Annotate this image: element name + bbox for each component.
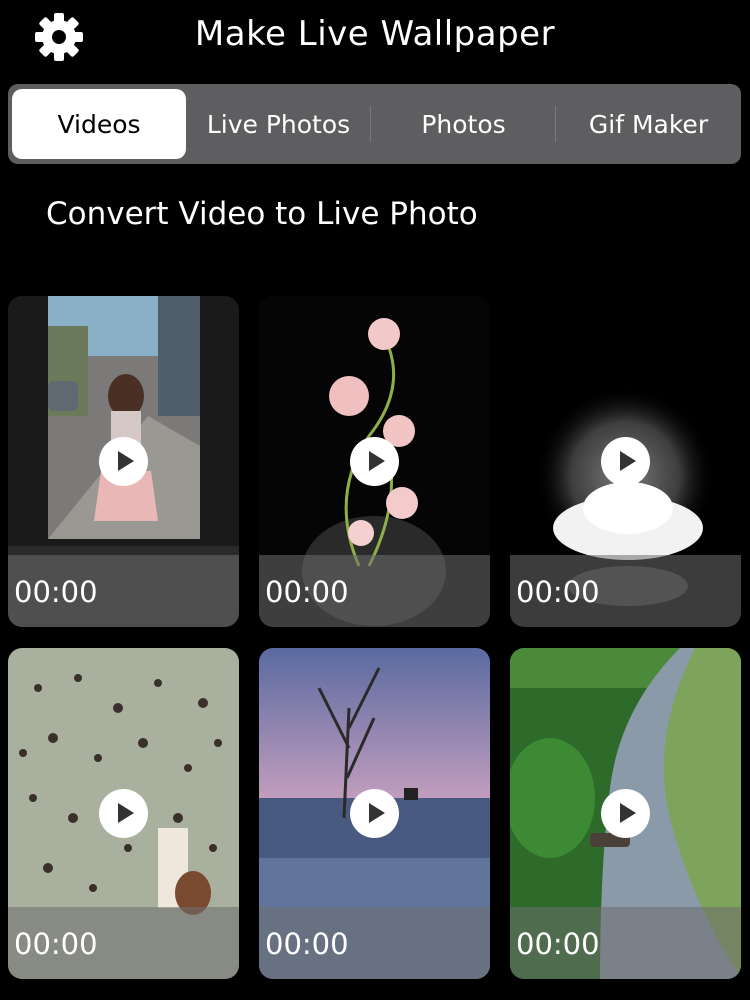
header: Make Live Wallpaper	[0, 0, 750, 80]
play-button[interactable]	[601, 437, 650, 486]
tab-label: Photos	[421, 109, 506, 139]
tab-label: Gif Maker	[588, 109, 709, 139]
section-subtitle: Convert Video to Live Photo	[46, 196, 478, 232]
video-card[interactable]: 00:00	[8, 296, 239, 627]
video-duration: 00:00	[14, 575, 98, 609]
play-button[interactable]	[350, 437, 399, 486]
video-card[interactable]: 00:00	[259, 648, 490, 979]
tab-photos[interactable]: Photos	[371, 84, 556, 164]
play-button[interactable]	[99, 789, 148, 838]
tab-videos[interactable]: Videos	[12, 89, 186, 159]
video-duration: 00:00	[516, 575, 600, 609]
play-button[interactable]	[601, 789, 650, 838]
video-card[interactable]: 00:00	[510, 296, 741, 627]
tab-live-photos[interactable]: Live Photos	[186, 84, 371, 164]
play-button[interactable]	[350, 789, 399, 838]
tab-bar: Videos Live Photos Photos Gif Maker	[8, 84, 741, 164]
page-title: Make Live Wallpaper	[194, 14, 556, 54]
video-duration: 00:00	[265, 927, 349, 961]
play-button[interactable]	[99, 437, 148, 486]
video-duration: 00:00	[516, 927, 600, 961]
video-duration: 00:00	[265, 575, 349, 609]
video-duration: 00:00	[14, 927, 98, 961]
video-card[interactable]: 00:00	[8, 648, 239, 979]
tab-label: Live Photos	[206, 109, 351, 139]
video-card[interactable]: 00:00	[510, 648, 741, 979]
video-card[interactable]: 00:00	[259, 296, 490, 627]
tab-gif-maker[interactable]: Gif Maker	[556, 84, 741, 164]
